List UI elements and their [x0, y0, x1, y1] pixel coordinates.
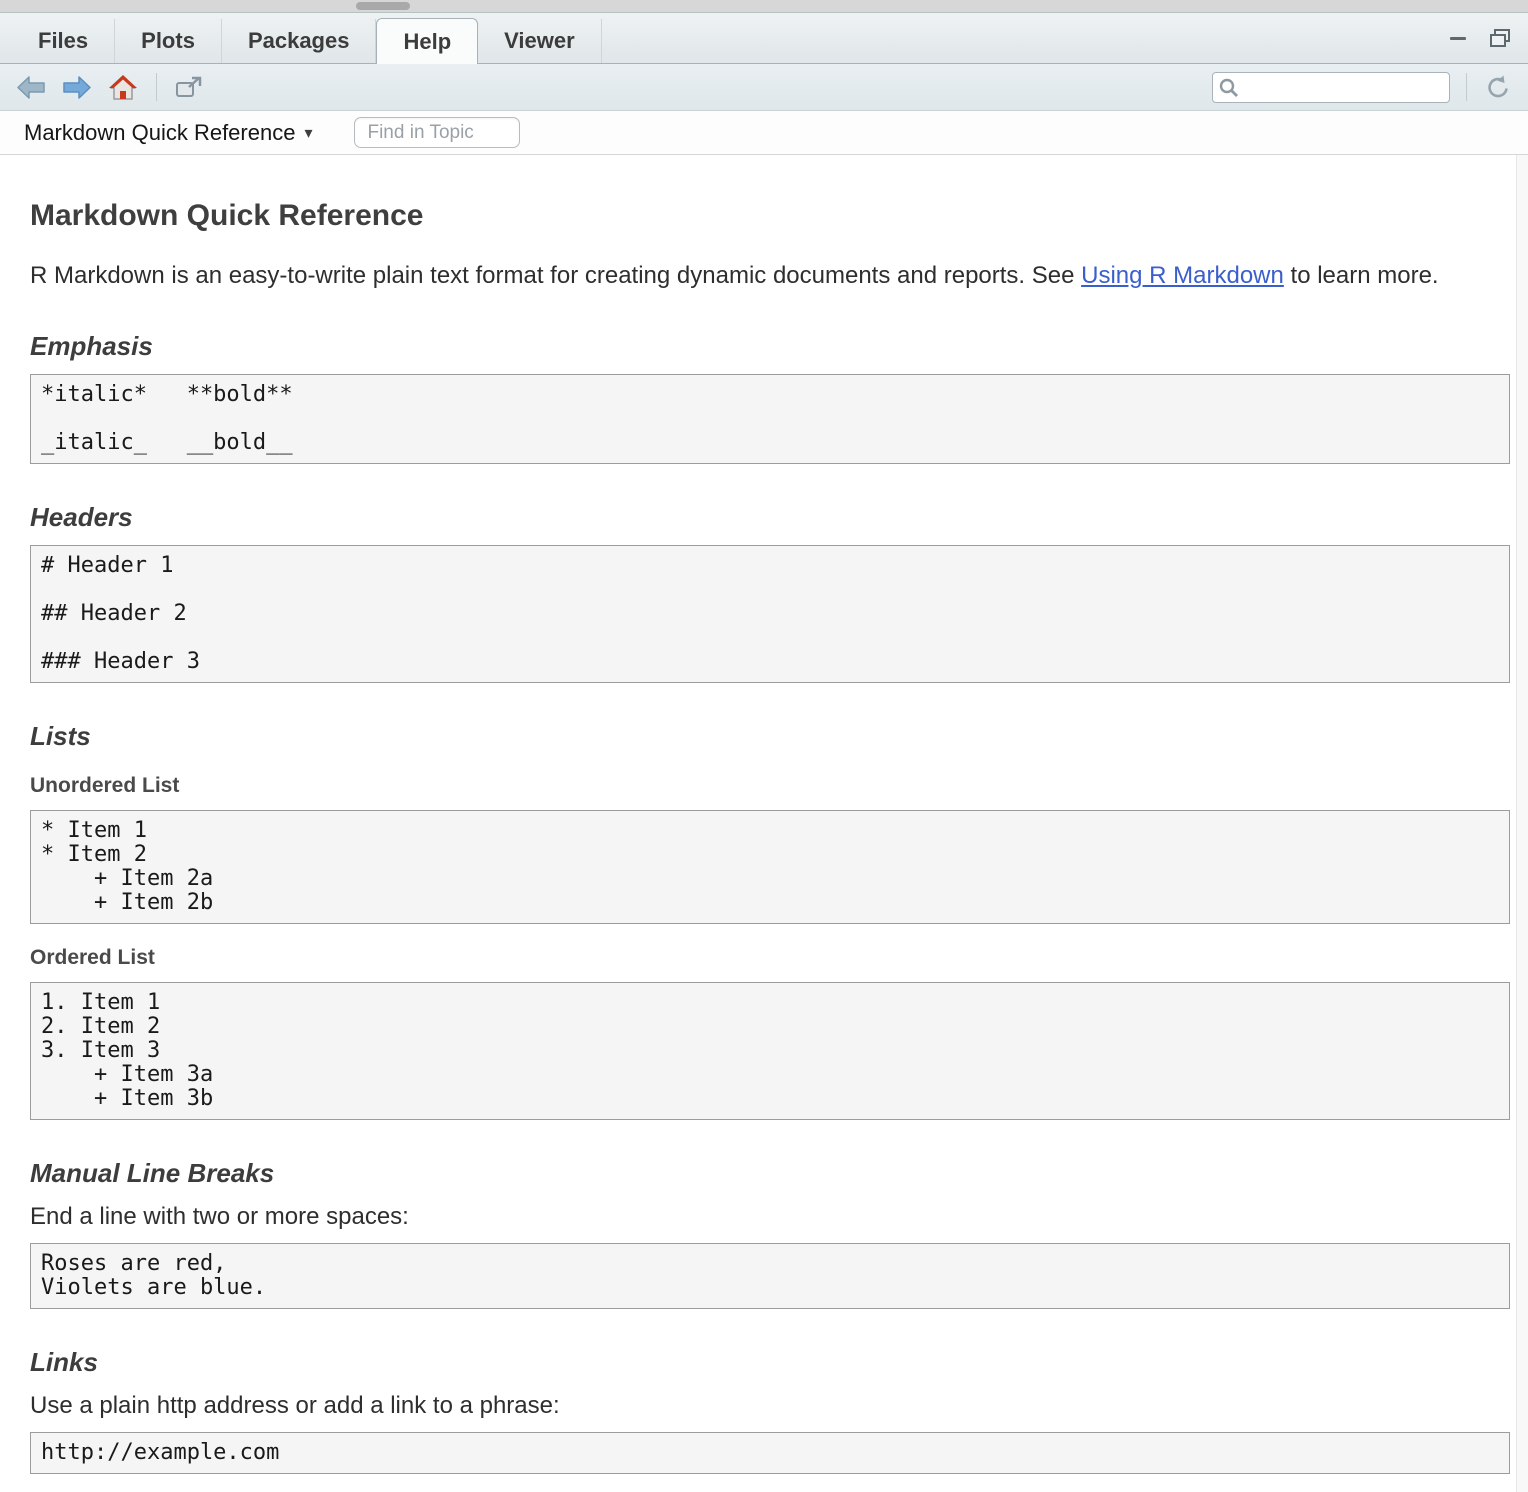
subheading-ordered-list: Ordered List [30, 946, 1510, 970]
using-r-markdown-link[interactable]: Using R Markdown [1081, 262, 1284, 289]
toolbar-separator [1466, 73, 1467, 101]
maximize-button[interactable] [1488, 27, 1512, 49]
manual-line-breaks-text: End a line with two or more spaces: [30, 1203, 1510, 1231]
find-in-topic-input[interactable] [354, 117, 520, 148]
section-lists: Lists Unordered List * Item 1 * Item 2 +… [30, 721, 1510, 1120]
tab-help[interactable]: Help [376, 18, 478, 64]
section-heading-manual-line-breaks: Manual Line Breaks [30, 1158, 1510, 1189]
subheading-unordered-list: Unordered List [30, 774, 1510, 798]
code-block-emphasis: *italic* **bold** _italic_ __bold__ [30, 374, 1510, 464]
forward-arrow-icon [62, 75, 92, 100]
section-heading-lists: Lists [30, 721, 1510, 752]
intro-text-before: R Markdown is an easy-to-write plain tex… [30, 262, 1081, 289]
section-headers: Headers # Header 1 ## Header 2 ### Heade… [30, 502, 1510, 683]
search-input[interactable] [1212, 72, 1450, 103]
open-in-new-window-icon [175, 76, 202, 99]
section-links: Links Use a plain http address or add a … [30, 1347, 1510, 1474]
caret-down-icon: ▾ [304, 123, 312, 142]
code-block-links: http://example.com [30, 1432, 1510, 1474]
tab-viewer[interactable]: Viewer [478, 19, 602, 63]
intro-text-after: to learn more. [1284, 262, 1439, 289]
section-emphasis: Emphasis *italic* **bold** _italic_ __bo… [30, 331, 1510, 464]
toolbar-separator [156, 73, 157, 101]
tab-plots[interactable]: Plots [115, 19, 222, 63]
help-toolbar [0, 64, 1528, 111]
forward-button[interactable] [60, 73, 94, 102]
refresh-button[interactable] [1483, 72, 1514, 103]
help-topic-bar: Markdown Quick Reference ▾ [0, 111, 1528, 155]
code-block-unordered-list: * Item 1 * Item 2 + Item 2a + Item 2b [30, 810, 1510, 924]
refresh-icon [1485, 74, 1512, 101]
search-icon [1219, 78, 1238, 97]
code-block-headers: # Header 1 ## Header 2 ### Header 3 [30, 545, 1510, 683]
back-arrow-icon [16, 75, 46, 100]
home-icon [108, 74, 138, 101]
vertical-scrollbar-track[interactable] [1516, 155, 1528, 1492]
minimize-icon [1450, 37, 1466, 40]
home-button[interactable] [106, 72, 140, 103]
links-text: Use a plain http address or add a link t… [30, 1392, 1510, 1420]
section-heading-links: Links [30, 1347, 1510, 1378]
help-pane: Files Plots Packages Help Viewer [0, 0, 1528, 1492]
code-block-ordered-list: 1. Item 1 2. Item 2 3. Item 3 + Item 3a … [30, 982, 1510, 1120]
upper-pane-edge [0, 0, 1528, 13]
intro-paragraph: R Markdown is an easy-to-write plain tex… [30, 259, 1470, 293]
code-block-line-breaks: Roses are red, Violets are blue. [30, 1243, 1510, 1309]
section-heading-headers: Headers [30, 502, 1510, 533]
minimize-button[interactable] [1446, 27, 1470, 49]
maximize-icon [1489, 28, 1511, 48]
topic-dropdown-label: Markdown Quick Reference [24, 120, 295, 146]
open-in-new-window-button[interactable] [173, 74, 204, 101]
window-buttons [1446, 27, 1512, 49]
topic-dropdown[interactable]: Markdown Quick Reference ▾ [24, 120, 312, 146]
section-heading-emphasis: Emphasis [30, 331, 1510, 362]
tab-files[interactable]: Files [12, 19, 115, 63]
page-title: Markdown Quick Reference [30, 199, 1510, 233]
tab-packages[interactable]: Packages [222, 19, 377, 63]
back-button[interactable] [14, 73, 48, 102]
section-manual-line-breaks: Manual Line Breaks End a line with two o… [30, 1158, 1510, 1309]
horizontal-scrollbar-thumb[interactable] [356, 2, 410, 10]
search-box [1212, 72, 1450, 103]
pane-tab-bar: Files Plots Packages Help Viewer [0, 13, 1528, 64]
help-content: Markdown Quick Reference R Markdown is a… [0, 155, 1528, 1492]
